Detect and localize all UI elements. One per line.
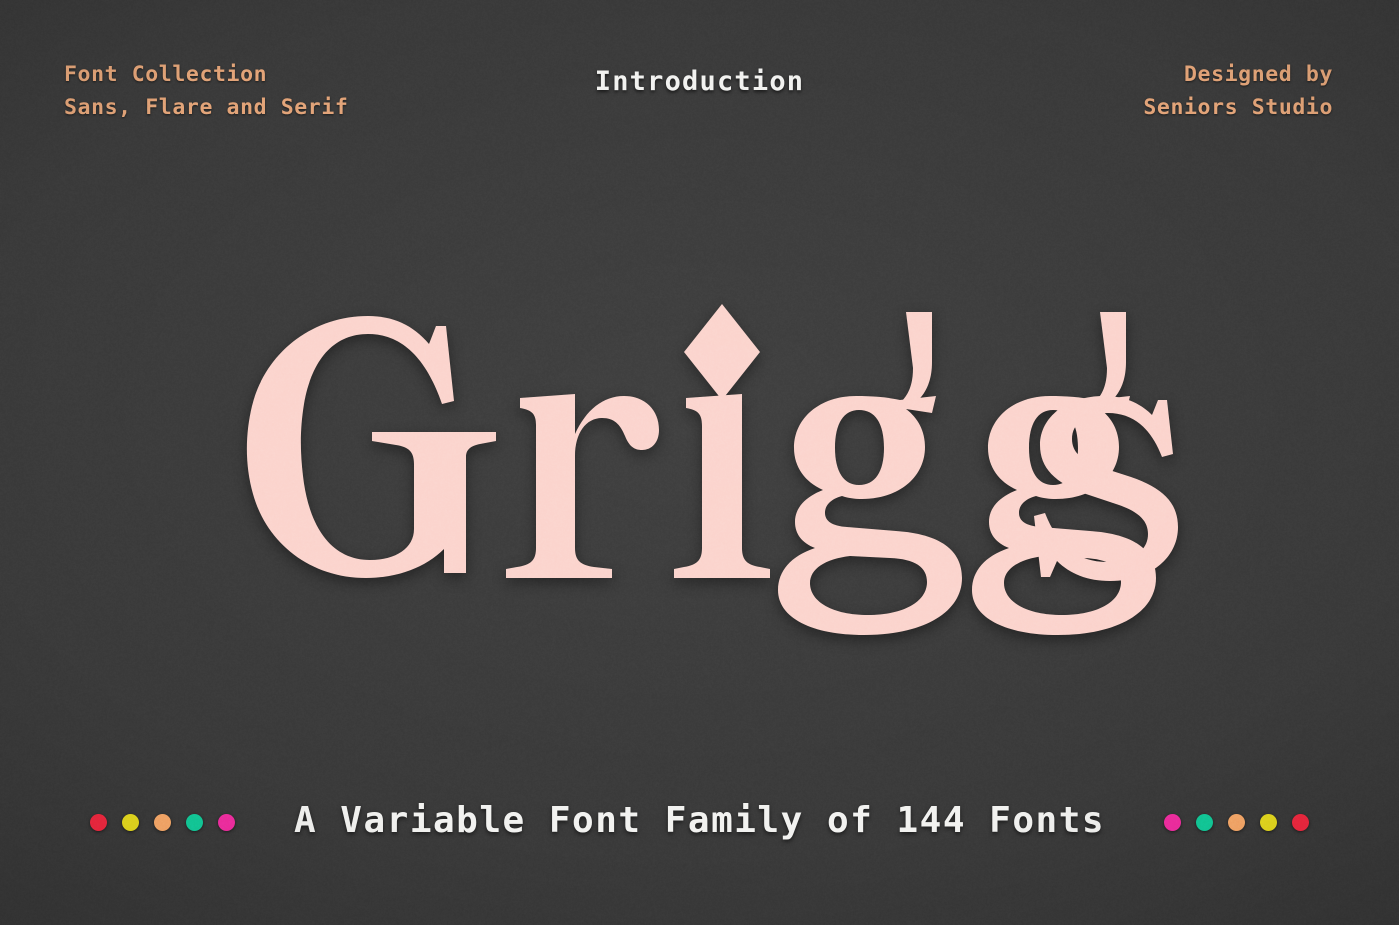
dot-teal [1196, 814, 1213, 831]
introduction-title: Introduction [595, 66, 804, 97]
griggs-wordmark-svg: Griggs [220, 290, 1180, 640]
poster-header: Font Collection Sans, Flare and Serif In… [0, 58, 1399, 128]
designed-by-line2: Seniors Studio [1143, 91, 1333, 124]
griggs-wordmark: Griggs [0, 290, 1399, 640]
dot-magenta [1164, 814, 1181, 831]
dot-red [1292, 814, 1309, 831]
dot-yellow [1260, 814, 1277, 831]
tagline-text: A Variable Font Family of 144 Fonts [294, 795, 1105, 847]
designed-by-credit: Designed by Seniors Studio [1143, 58, 1333, 124]
color-swatches-right [1164, 814, 1309, 831]
poster-footer: A Variable Font Family of 144 Fonts [0, 795, 1399, 865]
dot-orange [1228, 814, 1245, 831]
designed-by-line1: Designed by [1143, 58, 1333, 91]
poster-canvas: Font Collection Sans, Flare and Serif In… [0, 0, 1399, 925]
i-diamond-tittle [684, 304, 760, 400]
